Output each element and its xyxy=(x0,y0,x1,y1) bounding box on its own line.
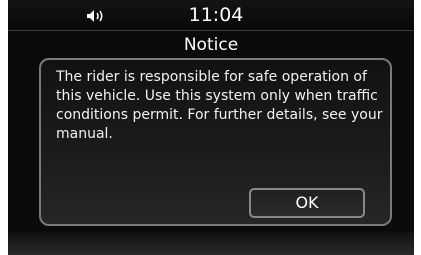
bottom-area xyxy=(8,232,414,255)
status-bar: 11:04 xyxy=(8,0,414,30)
dialog-title: Notice xyxy=(183,35,239,55)
notice-dialog: The rider is responsible for safe operat… xyxy=(39,58,392,226)
notice-message: The rider is responsible for safe operat… xyxy=(56,69,383,142)
header-divider xyxy=(8,30,414,31)
display-screen: 11:04 Notice The rider is responsible fo… xyxy=(8,0,414,255)
ok-button[interactable]: OK xyxy=(249,188,365,218)
speaker-volume-icon xyxy=(87,10,103,22)
clock-time: 11:04 xyxy=(188,4,244,26)
